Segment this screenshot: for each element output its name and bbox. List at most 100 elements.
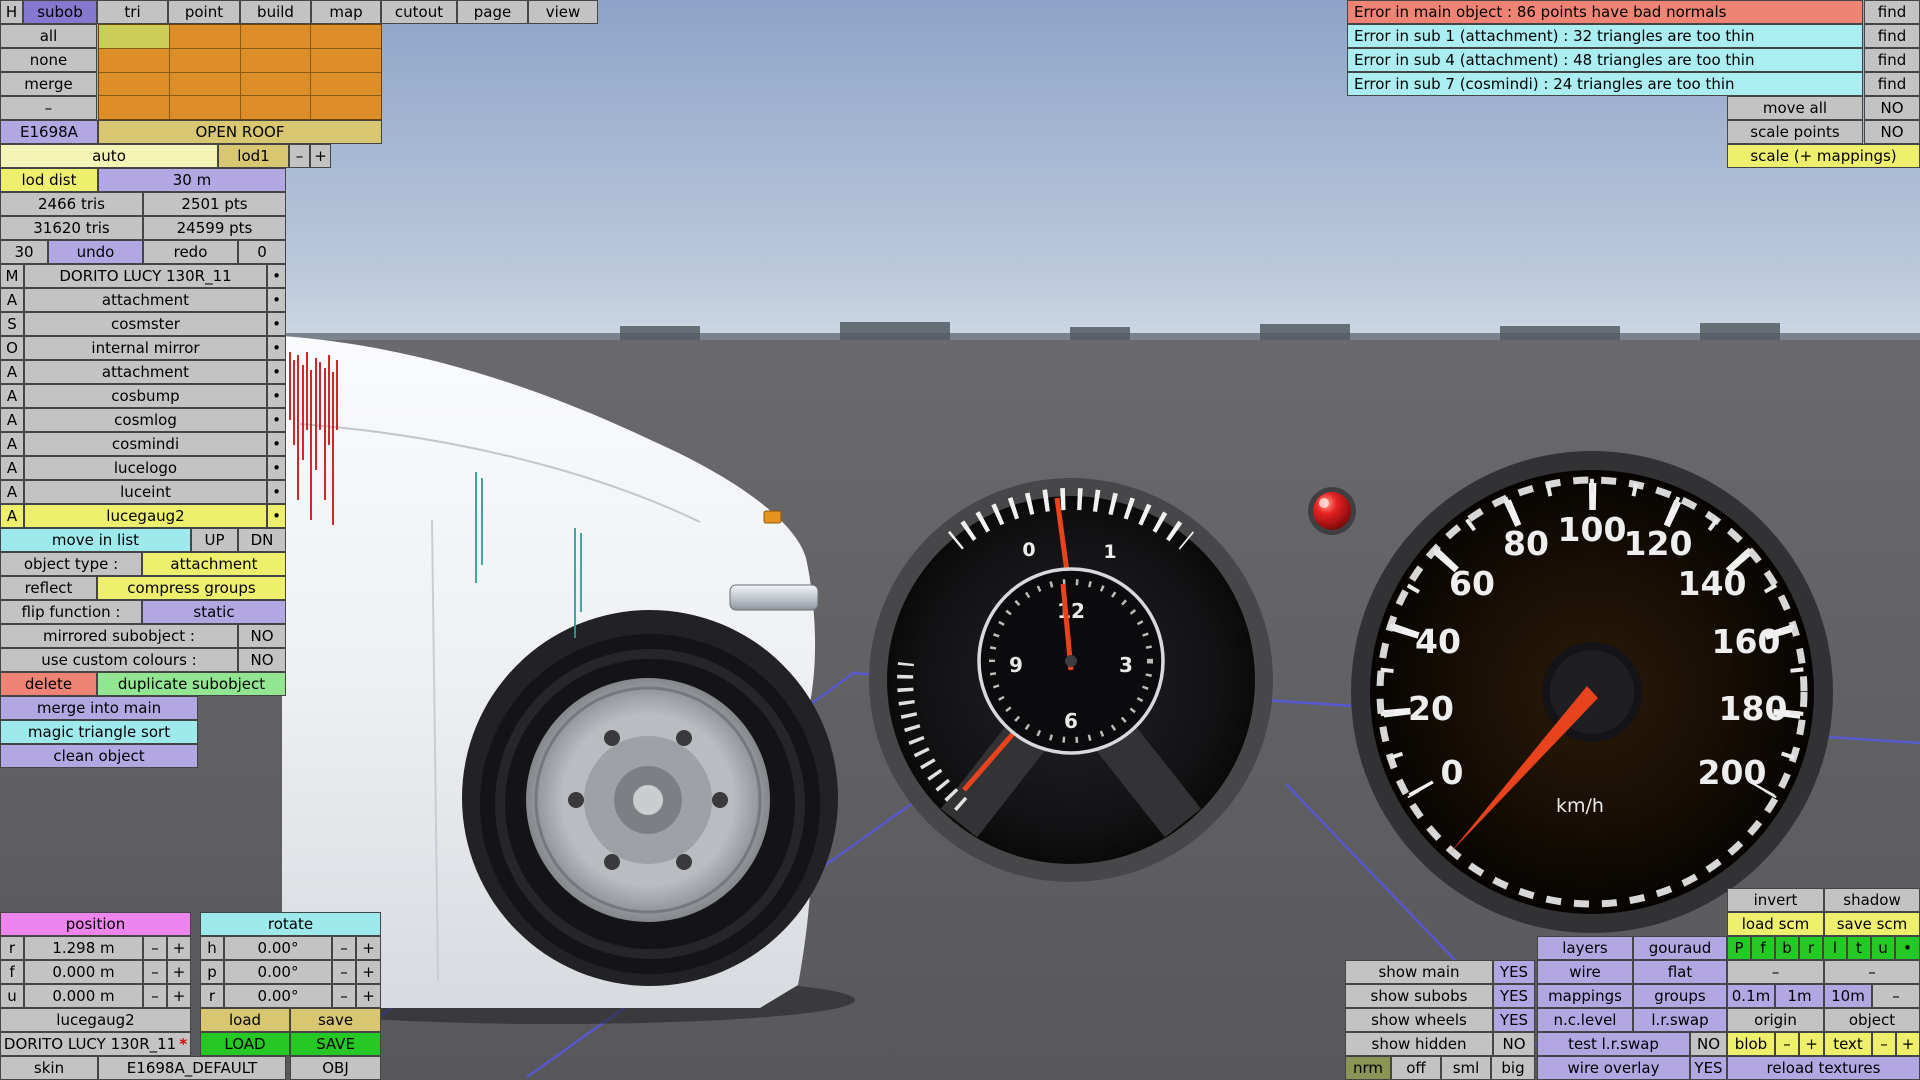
scale-mappings-button[interactable]: scale (+ mappings) (1727, 144, 1920, 168)
custom-colours-toggle[interactable]: NO (238, 648, 286, 672)
pos-value-field[interactable]: 0.000 m (24, 960, 143, 984)
page-grid-cell[interactable] (99, 73, 169, 96)
object-type-value[interactable]: attachment (142, 552, 286, 576)
save-subobject-button[interactable]: save (290, 1008, 381, 1032)
dash-button[interactable]: – (1872, 984, 1920, 1008)
show-subobs-toggle[interactable]: YES (1493, 984, 1535, 1008)
grid-10m-button[interactable]: 10m (1824, 984, 1872, 1008)
show-wheels-toggle[interactable]: YES (1493, 1008, 1535, 1032)
rot-value-field[interactable]: 0.00° (224, 960, 332, 984)
object-type-cell[interactable]: S (0, 312, 24, 336)
dash-button[interactable]: – (1824, 960, 1920, 984)
speedometer-gauge[interactable]: 0 20 40 60 80 100 120 140 160 180 200 km… (1351, 451, 1833, 933)
reload-textures-button[interactable]: reload textures (1727, 1056, 1920, 1080)
text-button[interactable]: text (1824, 1032, 1872, 1056)
nrm-button[interactable]: nrm (1345, 1056, 1391, 1080)
menu-item-tri[interactable]: tri (97, 0, 168, 24)
wire-overlay-button[interactable]: wire overlay (1537, 1056, 1690, 1080)
lr-swap-button[interactable]: l.r.swap (1633, 1008, 1727, 1032)
object-type-cell[interactable]: A (0, 504, 24, 528)
flag-button-t[interactable]: t (1847, 936, 1871, 960)
object-type-cell[interactable]: A (0, 456, 24, 480)
page-grid-cell[interactable] (311, 25, 381, 48)
object-visibility-dot[interactable]: • (267, 312, 286, 336)
rot-minus-button[interactable]: – (332, 984, 356, 1008)
menu-item-point[interactable]: point (168, 0, 240, 24)
auto-button[interactable]: auto (0, 144, 218, 168)
page-grid-cell[interactable] (170, 73, 240, 96)
undo-button[interactable]: undo (48, 240, 143, 264)
text-minus-button[interactable]: – (1872, 1032, 1896, 1056)
groups-button[interactable]: groups (1633, 984, 1727, 1008)
page-grid-cell[interactable] (241, 73, 311, 96)
nrm-sml-button[interactable]: sml (1441, 1056, 1491, 1080)
flag-button-l[interactable]: l (1823, 936, 1847, 960)
menu-item-h[interactable]: H (0, 0, 23, 24)
object-name-cell[interactable]: lucegaug2 (24, 504, 267, 528)
object-name-cell[interactable]: cosmster (24, 312, 267, 336)
rot-minus-button[interactable]: – (332, 936, 356, 960)
rot-plus-button[interactable]: + (356, 936, 381, 960)
subobject-name-field[interactable]: lucegaug2 (0, 1008, 191, 1032)
object-name-cell[interactable]: attachment (24, 288, 267, 312)
car-code-button[interactable]: E1698A (0, 120, 98, 144)
layers-button[interactable]: layers (1537, 936, 1633, 960)
blob-plus-button[interactable]: + (1799, 1032, 1824, 1056)
select-none-button[interactable]: none (0, 48, 97, 72)
pos-minus-button[interactable]: – (143, 984, 167, 1008)
object-name-cell[interactable]: lucelogo (24, 456, 267, 480)
object-type-cell[interactable]: A (0, 384, 24, 408)
move-up-button[interactable]: UP (191, 528, 238, 552)
find-error-button[interactable]: find (1864, 72, 1920, 96)
move-all-toggle[interactable]: NO (1864, 96, 1920, 120)
object-name-cell[interactable]: luceint (24, 480, 267, 504)
page-grid-cell[interactable] (311, 96, 381, 119)
page-grid-cell[interactable] (170, 25, 240, 48)
rot-value-field[interactable]: 0.00° (224, 936, 332, 960)
select-all-button[interactable]: all (0, 24, 97, 48)
obj-export-button[interactable]: OBJ (290, 1056, 381, 1080)
merge-button[interactable]: merge (0, 72, 97, 96)
page-grid-cell[interactable] (241, 25, 311, 48)
flag-button-b[interactable]: b (1775, 936, 1799, 960)
menu-item-cutout[interactable]: cutout (381, 0, 457, 24)
page-grid-cell[interactable] (311, 49, 381, 72)
origin-button[interactable]: origin (1727, 1008, 1824, 1032)
mappings-button[interactable]: mappings (1537, 984, 1633, 1008)
object-type-cell[interactable]: A (0, 408, 24, 432)
rot-minus-button[interactable]: – (332, 960, 356, 984)
object-name-cell[interactable]: cosmindi (24, 432, 267, 456)
object-visibility-dot[interactable]: • (267, 432, 286, 456)
flag-button-r[interactable]: r (1799, 936, 1823, 960)
lod-minus-button[interactable]: – (289, 144, 310, 168)
blob-minus-button[interactable]: – (1775, 1032, 1799, 1056)
object-name-cell[interactable]: attachment (24, 360, 267, 384)
tail-light-lens[interactable] (1308, 487, 1356, 535)
test-lr-swap-button[interactable]: test l.r.swap (1537, 1032, 1690, 1056)
object-type-cell[interactable]: M (0, 264, 24, 288)
menu-item-view[interactable]: view (528, 0, 598, 24)
dash-button[interactable]: – (0, 96, 97, 120)
pos-value-field[interactable]: 1.298 m (24, 936, 143, 960)
save-scm-button[interactable]: save scm (1824, 912, 1920, 936)
pos-plus-button[interactable]: + (167, 984, 191, 1008)
nrm-big-button[interactable]: big (1491, 1056, 1535, 1080)
clean-object-button[interactable]: clean object (0, 744, 198, 768)
move-down-button[interactable]: DN (238, 528, 286, 552)
show-main-toggle[interactable]: YES (1493, 960, 1535, 984)
grid-01m-button[interactable]: 0.1m (1727, 984, 1775, 1008)
object-visibility-dot[interactable]: • (267, 408, 286, 432)
car-name-field[interactable]: DORITO LUCY 130R_11* (0, 1032, 191, 1056)
magic-triangle-sort-button[interactable]: magic triangle sort (0, 720, 198, 744)
object-type-cell[interactable]: A (0, 288, 24, 312)
load-subobject-button[interactable]: load (200, 1008, 290, 1032)
object-type-cell[interactable]: A (0, 432, 24, 456)
texture-page-grid[interactable] (98, 24, 382, 120)
flat-button[interactable]: flat (1633, 960, 1727, 984)
object-visibility-dot[interactable]: • (267, 504, 286, 528)
pos-value-field[interactable]: 0.000 m (24, 984, 143, 1008)
scale-points-toggle[interactable]: NO (1864, 120, 1920, 144)
object-type-cell[interactable]: A (0, 360, 24, 384)
grid-1m-button[interactable]: 1m (1775, 984, 1824, 1008)
object-visibility-dot[interactable]: • (267, 336, 286, 360)
